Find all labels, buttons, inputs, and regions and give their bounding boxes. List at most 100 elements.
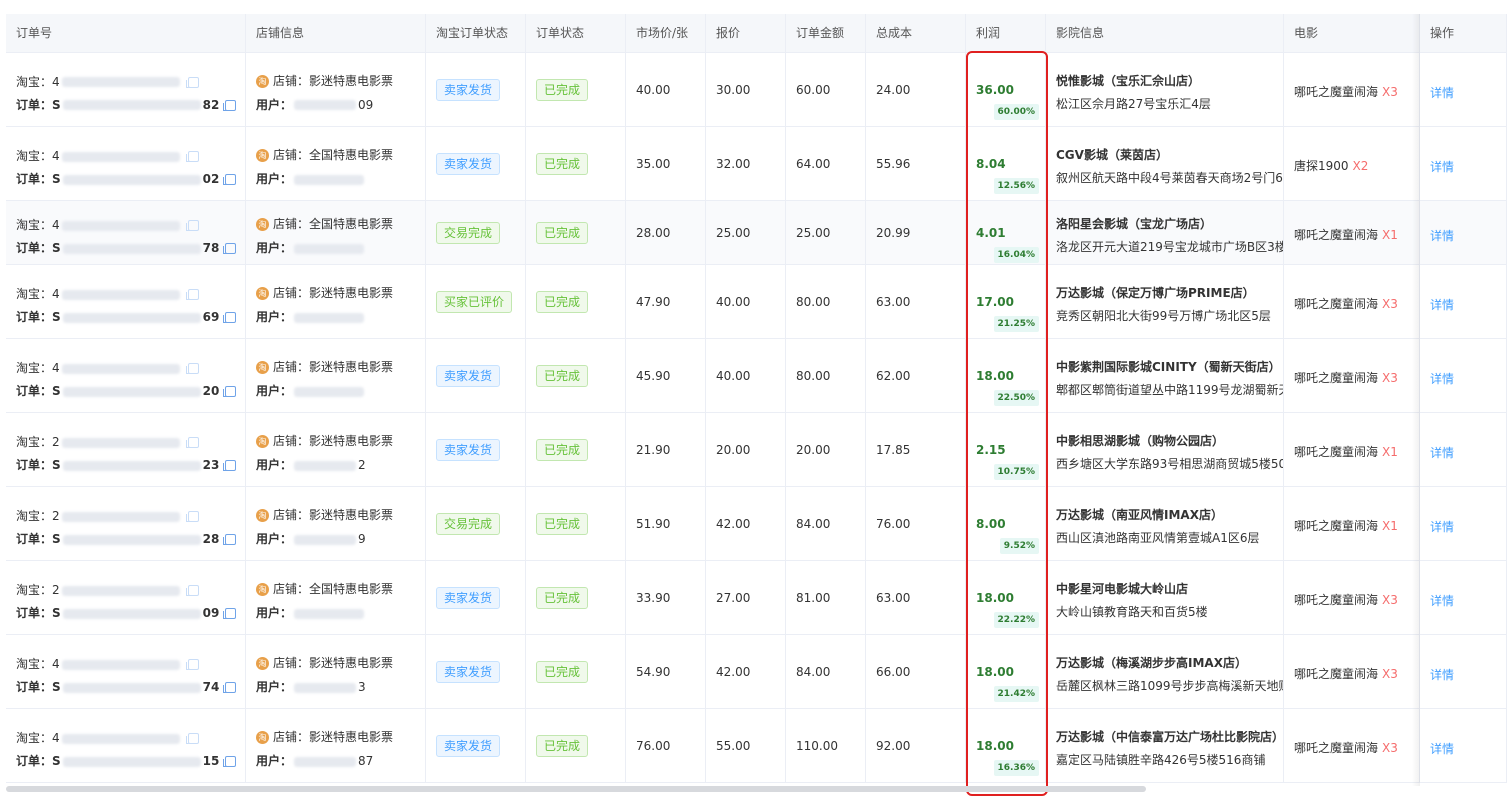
copy-icon[interactable] — [185, 437, 199, 448]
taobao-status-tag: 卖家发货 — [436, 587, 501, 609]
order-id-prefix: S — [52, 458, 61, 472]
detail-link[interactable]: 详情 — [1430, 158, 1454, 175]
detail-link[interactable]: 详情 — [1430, 296, 1454, 313]
cell-total-cost: 55.96 — [866, 127, 966, 200]
horizontal-scrollbar[interactable] — [6, 786, 1146, 792]
copy-icon[interactable] — [223, 682, 237, 693]
cell-order-status: 已完成 — [526, 127, 626, 200]
copy-icon[interactable] — [223, 756, 237, 767]
user-id-tail: 3 — [358, 680, 366, 694]
copy-icon[interactable] — [223, 386, 237, 397]
detail-link[interactable]: 详情 — [1430, 666, 1454, 683]
shop-label: 店铺： — [273, 217, 310, 231]
profit-value: 18.00 — [976, 591, 1014, 605]
shop-line: 淘店铺：全国特惠电影票 — [256, 215, 393, 232]
column-header-market-price: 市场价/张 — [626, 14, 706, 52]
value-amount: 80.00 — [796, 369, 831, 383]
order-status-tag: 已完成 — [536, 365, 589, 387]
cell-profit: 36.00 60.00% — [966, 52, 1046, 126]
movie-line: 哪吒之魔童闹海 X1 — [1294, 443, 1398, 460]
copy-icon[interactable] — [223, 460, 237, 471]
detail-link[interactable]: 详情 — [1430, 518, 1454, 535]
order-id-line: 订单：S 09 — [16, 604, 237, 621]
copy-icon[interactable] — [185, 585, 199, 596]
value-quote: 30.00 — [716, 82, 751, 97]
copy-icon[interactable] — [185, 733, 199, 744]
cell-cinema-info: 万达影城（梅溪湖步步高IMAX店） 岳麓区枫林三路1099号步步高梅溪新天地购物 — [1046, 635, 1284, 708]
copy-icon[interactable] — [223, 243, 237, 254]
copy-icon[interactable] — [223, 174, 237, 185]
cell-quote: 40.00 — [706, 265, 786, 338]
detail-link[interactable]: 详情 — [1430, 227, 1454, 244]
detail-link[interactable]: 详情 — [1430, 370, 1454, 387]
taobao-label: 淘宝： — [16, 149, 53, 163]
cell-movie: 哪吒之魔童闹海 X3 — [1284, 339, 1420, 412]
copy-icon[interactable] — [185, 289, 199, 300]
copy-icon[interactable] — [185, 76, 199, 88]
copy-icon[interactable] — [185, 220, 199, 231]
order-id-line: 订单：S 28 — [16, 530, 237, 547]
detail-link[interactable]: 详情 — [1430, 740, 1454, 757]
cell-order-amount: 84.00 — [786, 487, 866, 560]
copy-icon[interactable] — [185, 151, 199, 162]
cell-taobao-status: 卖家发货 — [426, 413, 526, 486]
taobao-shop-icon: 淘 — [256, 731, 269, 744]
cell-market-price: 47.90 — [626, 265, 706, 338]
movie-title: 哪吒之魔童闹海 — [1294, 445, 1379, 459]
shop-line: 淘店铺：影迷特惠电影票 — [256, 358, 393, 375]
column-header-quote: 报价 — [706, 14, 786, 52]
order-label: 订单： — [16, 384, 53, 398]
copy-icon[interactable] — [185, 659, 199, 670]
order-status-tag: 已完成 — [536, 439, 589, 461]
profit-percent-badge: 16.04% — [993, 247, 1039, 263]
movie-line: 哪吒之魔童闹海 X3 — [1294, 739, 1398, 756]
taobao-id-prefix: 4 — [52, 731, 60, 745]
cell-movie: 哪吒之魔童闹海 X1 — [1284, 487, 1420, 560]
value-amount: 64.00 — [796, 157, 831, 171]
cell-order-no: 淘宝：2 订单：S 23 — [6, 413, 246, 486]
order-label: 订单： — [16, 680, 53, 694]
copy-icon[interactable] — [185, 363, 199, 374]
cell-shop-info: 淘店铺：影迷特惠电影票 用户： — [246, 265, 426, 338]
cell-order-amount: 25.00 — [786, 201, 866, 264]
movie-line: 哪吒之魔童闹海 X3 — [1294, 591, 1398, 608]
cell-shop-info: 淘店铺：影迷特惠电影票 用户： 87 — [246, 709, 426, 782]
taobao-id-prefix: 4 — [52, 74, 60, 89]
order-id-tail: 78 — [202, 241, 220, 255]
profit-percent-badge: 22.50% — [993, 390, 1039, 406]
cell-profit: 18.00 21.42% — [966, 635, 1046, 708]
order-id-line: 订单：S 74 — [16, 678, 237, 695]
cell-movie: 哪吒之魔童闹海 X3 — [1284, 52, 1420, 126]
order-id-line: 订单：S 15 — [16, 752, 237, 769]
copy-icon[interactable] — [185, 511, 199, 522]
copy-icon[interactable] — [223, 312, 237, 323]
copy-icon[interactable] — [223, 608, 237, 619]
cell-total-cost: 76.00 — [866, 487, 966, 560]
value-cost: 24.00 — [876, 82, 911, 97]
redacted-text — [294, 243, 365, 254]
order-status-tag: 已完成 — [536, 661, 589, 683]
copy-icon[interactable] — [223, 534, 237, 545]
user-id-tail: 2 — [358, 458, 366, 472]
cell-shop-info: 淘店铺：全国特惠电影票 用户： — [246, 127, 426, 200]
order-label: 订单： — [16, 241, 53, 255]
detail-link[interactable]: 详情 — [1430, 84, 1454, 101]
value-quote: 40.00 — [716, 295, 751, 309]
detail-link[interactable]: 详情 — [1430, 592, 1454, 609]
copy-icon[interactable] — [223, 99, 237, 111]
redacted-text — [294, 682, 357, 693]
profit-percent-badge: 9.52% — [999, 538, 1039, 554]
cell-cinema-info: CGV影城（莱茵店） 叙州区航天路中段4号莱茵春天商场2号门6楼 — [1046, 127, 1284, 200]
cell-order-no: 淘宝：4 订单：S 82 — [6, 52, 246, 126]
cell-movie: 哪吒之魔童闹海 X1 — [1284, 413, 1420, 486]
column-header-order-status: 订单状态 — [526, 14, 626, 52]
shop-name: 影迷特惠电影票 — [309, 656, 394, 670]
value-market: 47.90 — [636, 295, 671, 309]
shop-label: 店铺： — [273, 148, 310, 162]
cell-actions: 详情 — [1420, 52, 1507, 126]
profit-percent-badge: 60.00% — [993, 103, 1039, 120]
cell-actions: 详情 — [1420, 339, 1507, 412]
taobao-label: 淘宝： — [16, 74, 53, 89]
ticket-quantity: X2 — [1352, 159, 1369, 173]
detail-link[interactable]: 详情 — [1430, 444, 1454, 461]
